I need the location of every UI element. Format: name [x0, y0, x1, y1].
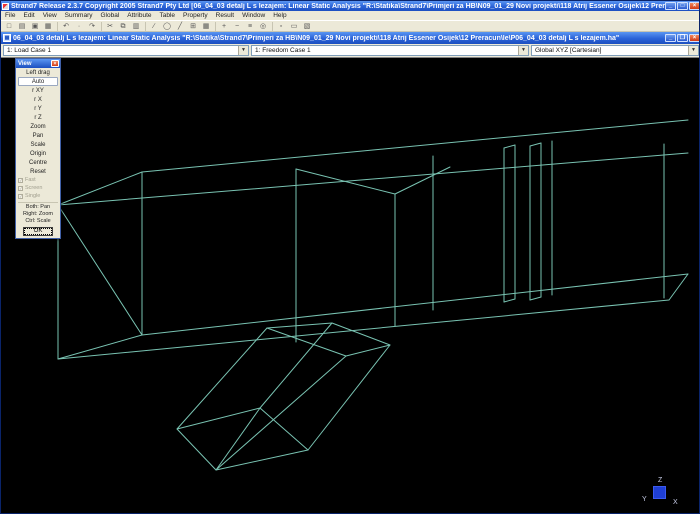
menu-global[interactable]: Global	[96, 11, 123, 20]
zoom-out-icon[interactable]: −	[231, 21, 243, 31]
main-toolbar: □ ▤ ▣ ▦ ↶ · ↷ ✂ ⧉ ▥ ∕ ◯ ╱ ⊞ ▦ + − ≡ ◎ ▫ …	[1, 20, 699, 32]
freedom-case-dropdown[interactable]: 1: Freedom Case 1 ▼	[251, 45, 529, 56]
child-restore-button[interactable]: ❐	[677, 34, 688, 42]
window-title: Strand7 Release 2.3.7 Copyright 2005 Str…	[11, 2, 665, 10]
save-icon[interactable]: ▣	[29, 21, 41, 31]
coord-system-dropdown[interactable]: Global XYZ [Cartesian] ▼	[531, 45, 699, 56]
freedom-case-value: 1: Freedom Case 1	[255, 47, 311, 54]
toolbar-separator	[101, 21, 102, 31]
toolbar-separator	[57, 21, 58, 31]
axis-z-label: Z	[658, 477, 663, 484]
menu-bar: File Edit View Summary Global Attribute …	[1, 11, 699, 20]
menu-attribute[interactable]: Attribute	[123, 11, 155, 20]
dropdown-arrow-icon[interactable]: ▼	[238, 46, 248, 55]
draw-line-icon[interactable]: ╱	[174, 21, 186, 31]
node-select-icon[interactable]: ▫	[275, 21, 287, 31]
menu-view[interactable]: View	[39, 11, 61, 20]
view-panel-titlebar[interactable]: View ×	[16, 59, 60, 68]
maximize-button[interactable]: □	[677, 2, 688, 10]
view-mode-centre-button[interactable]: Centre	[18, 158, 58, 167]
view-panel: View × Left drag Auto r XY r X r Y r Z Z…	[15, 58, 61, 239]
menu-window[interactable]: Window	[238, 11, 269, 20]
menu-summary[interactable]: Summary	[61, 11, 97, 20]
undo-icon[interactable]: ↶	[60, 21, 72, 31]
menu-result[interactable]: Result	[212, 11, 238, 20]
cut-icon[interactable]: ✂	[104, 21, 116, 31]
view-mode-origin-button[interactable]: Origin	[18, 149, 58, 158]
view-panel-close-icon[interactable]: ×	[51, 60, 59, 67]
load-case-value: 1: Load Case 1	[7, 47, 52, 54]
view-mode-auto-button[interactable]: Auto	[18, 77, 58, 86]
view-panel-title: View	[18, 60, 32, 67]
axis-cube-icon	[653, 486, 666, 499]
dropdown-arrow-icon[interactable]: ▼	[688, 46, 698, 55]
print-icon[interactable]: ▦	[42, 21, 54, 31]
left-drag-label: Left drag	[26, 70, 50, 76]
copy-icon[interactable]: ⧉	[117, 21, 129, 31]
checkbox-label: Single	[25, 193, 41, 199]
toolbar-separator	[272, 21, 273, 31]
checkbox-label: Screen	[25, 185, 43, 191]
menu-table[interactable]: Table	[156, 11, 180, 20]
dropdown-arrow-icon[interactable]: ▼	[518, 46, 528, 55]
view-mode-rx-button[interactable]: r X	[18, 95, 58, 104]
zoom-in-icon[interactable]: +	[218, 21, 230, 31]
hint-right-zoom: Right: Zoom	[23, 211, 53, 217]
model-canvas[interactable]	[1, 58, 699, 513]
child-close-button[interactable]: ×	[689, 34, 699, 42]
model-window-title: 06_04_03 detalj L s lezajem: Linear Stat…	[13, 34, 620, 42]
hint-both-pan: Both: Pan	[25, 204, 51, 210]
view-mode-zoom-button[interactable]: Zoom	[18, 122, 58, 131]
history-dot-icon[interactable]: ·	[73, 21, 85, 31]
select-target-icon[interactable]: ◎	[257, 21, 269, 31]
view-mode-reset-button[interactable]: Reset	[18, 167, 58, 176]
open-folder-icon[interactable]: ▤	[16, 21, 28, 31]
checkbox-icon[interactable]: ✓	[18, 177, 23, 183]
coord-system-value: Global XYZ [Cartesian]	[535, 47, 602, 54]
axis-y-label: Y	[642, 496, 647, 503]
minimize-button[interactable]: _	[665, 2, 676, 10]
strand7-window: Strand7 Release 2.3.7 Copyright 2005 Str…	[0, 0, 700, 514]
draw-pencil-icon[interactable]: ∕	[148, 21, 160, 31]
paste-icon[interactable]: ▥	[130, 21, 142, 31]
beam-select-icon[interactable]: ▭	[288, 21, 300, 31]
menu-file[interactable]: File	[1, 11, 19, 20]
view-mode-rxy-button[interactable]: r XY	[18, 86, 58, 95]
model-window-titlebar: ▦ 06_04_03 detalj L s lezajem: Linear St…	[1, 32, 699, 44]
axis-x-label: X	[673, 499, 678, 506]
app-icon	[2, 2, 9, 10]
main-titlebar: Strand7 Release 2.3.7 Copyright 2005 Str…	[1, 1, 699, 11]
view-mode-ry-button[interactable]: r Y	[18, 104, 58, 113]
draw-circle-icon[interactable]: ◯	[161, 21, 173, 31]
new-file-icon[interactable]: □	[3, 21, 15, 31]
view-mode-scale-button[interactable]: Scale	[18, 140, 58, 149]
grid-table-icon[interactable]: ⊞	[187, 21, 199, 31]
view-option-checkbox-1[interactable]: ✓ Fast	[18, 176, 58, 184]
redo-icon[interactable]: ↷	[86, 21, 98, 31]
plate-select-icon[interactable]: ▧	[301, 21, 313, 31]
mesh-grid-icon[interactable]: ▦	[200, 21, 212, 31]
view-option-checkbox-2[interactable]: ✓ Screen	[18, 184, 58, 192]
view-mode-rz-button[interactable]: r Z	[18, 113, 58, 122]
menu-property[interactable]: Property	[179, 11, 212, 20]
view-mode-pan-button[interactable]: Pan	[18, 131, 58, 140]
toolbar-separator	[145, 21, 146, 31]
wireframe-model	[57, 119, 689, 471]
view-option-checkbox-3[interactable]: ✓ Single	[18, 192, 58, 200]
hint-ctrl-scale: Ctrl: Scale	[25, 218, 51, 224]
load-case-dropdown[interactable]: 1: Load Case 1 ▼	[3, 45, 249, 56]
case-bar: 1: Load Case 1 ▼ 1: Freedom Case 1 ▼ Glo…	[1, 44, 699, 58]
menu-edit[interactable]: Edit	[19, 11, 38, 20]
close-button[interactable]: ×	[689, 2, 699, 10]
child-minimize-button[interactable]: _	[665, 34, 676, 42]
checkbox-icon[interactable]: ✓	[18, 193, 23, 199]
entity-list-icon[interactable]: ≡	[244, 21, 256, 31]
menu-help[interactable]: Help	[269, 11, 290, 20]
model-window-icon: ▦	[3, 34, 11, 42]
ok-button[interactable]: OK	[23, 227, 53, 236]
checkbox-label: Fast	[25, 177, 36, 183]
checkbox-icon[interactable]: ✓	[18, 185, 23, 191]
toolbar-separator	[215, 21, 216, 31]
